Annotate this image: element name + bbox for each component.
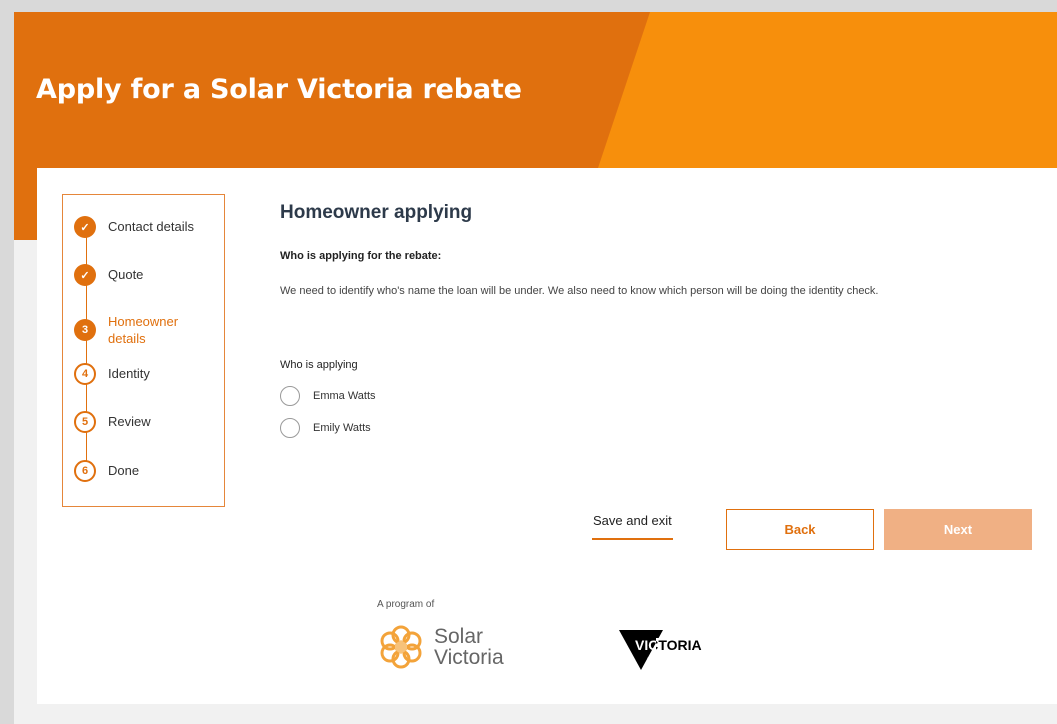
solar-victoria-logo: Solar Victoria — [376, 622, 504, 672]
step-number-badge: 6 — [74, 460, 96, 482]
step-label: Done — [108, 463, 140, 478]
radio-label: Emily Watts — [313, 422, 371, 434]
back-button[interactable]: Back — [726, 509, 874, 550]
solar-victoria-wordmark: Solar Victoria — [434, 626, 504, 668]
victoria-triangle-icon: VICTORIA VICTORIA State Government — [619, 630, 705, 670]
program-of-label: A program of — [377, 599, 435, 610]
solar-victoria-flower-icon — [380, 625, 422, 669]
step-homeowner-details: 3 Homeowner details — [74, 311, 198, 347]
section-subheading: Who is applying for the rebate: — [280, 250, 442, 262]
step-number-badge: 5 — [74, 411, 96, 433]
step-label: Review — [108, 414, 151, 429]
step-identity: 4 Identity — [74, 363, 150, 385]
check-icon: ✓ — [74, 264, 96, 286]
step-contact-details: ✓ Contact details — [74, 216, 194, 238]
step-review: 5 Review — [74, 411, 151, 433]
victoria-logo-subtext: State Government — [647, 656, 680, 661]
page-title: Apply for a Solar Victoria rebate — [36, 74, 522, 105]
step-done: 6 Done — [74, 460, 139, 482]
applicant-question-label: Who is applying — [280, 359, 358, 371]
radio-option-emma-watts[interactable]: Emma Watts — [280, 386, 376, 406]
radio-label: Emma Watts — [313, 390, 376, 402]
radio-option-emily-watts[interactable]: Emily Watts — [280, 418, 371, 438]
app-frame: Apply for a Solar Victoria rebate ✓ Cont… — [14, 12, 1057, 724]
step-label: Identity — [108, 366, 150, 381]
section-title: Homeowner applying — [280, 202, 473, 223]
step-quote: ✓ Quote — [74, 264, 143, 286]
logo-line-2: Victoria — [434, 646, 504, 669]
step-label: Homeowner details — [108, 314, 179, 346]
save-and-exit-link[interactable]: Save and exit — [592, 510, 673, 540]
logo-line-1: Solar — [434, 625, 484, 648]
section-description: We need to identify who's name the loan … — [280, 285, 879, 297]
radio-button[interactable] — [280, 418, 300, 438]
radio-button[interactable] — [280, 386, 300, 406]
victoria-state-government-logo: VICTORIA VICTORIA State Government — [615, 624, 705, 679]
application-card: ✓ Contact details ✓ Quote 3 Homeowner de… — [37, 168, 1057, 704]
step-label: Quote — [108, 267, 144, 282]
step-number-badge: 3 — [74, 319, 96, 341]
progress-stepper: ✓ Contact details ✓ Quote 3 Homeowner de… — [62, 194, 225, 507]
step-number-badge: 4 — [74, 363, 96, 385]
check-icon: ✓ — [74, 216, 96, 238]
next-button[interactable]: Next — [884, 509, 1032, 550]
step-label: Contact details — [108, 219, 194, 234]
